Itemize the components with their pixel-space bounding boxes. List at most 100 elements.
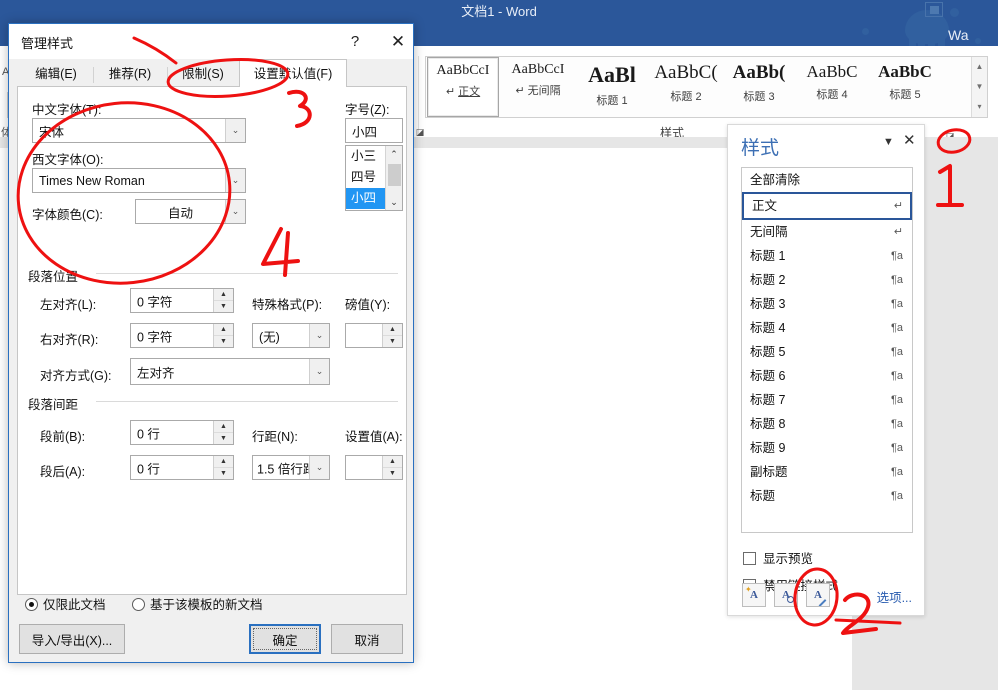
tab-recommend[interactable]: 推荐(R) bbox=[95, 62, 165, 88]
list-item[interactable]: 标题 4 ¶a bbox=[742, 316, 912, 340]
points-stepper[interactable]: ▲ ▼ bbox=[382, 324, 402, 347]
alignment-combo[interactable]: 左对齐 ⌄ bbox=[130, 358, 330, 385]
points-input[interactable]: ▲ ▼ bbox=[345, 323, 403, 348]
chevron-down-icon[interactable]: ⌄ bbox=[309, 456, 329, 479]
scroll-thumb[interactable] bbox=[388, 164, 401, 186]
stepper-down-icon[interactable]: ▼ bbox=[214, 433, 233, 445]
stepper-down-icon[interactable]: ▼ bbox=[214, 468, 233, 480]
chevron-down-icon[interactable]: ⌄ bbox=[225, 119, 245, 142]
list-item-clear-all[interactable]: 全部清除 bbox=[742, 168, 912, 192]
spacing-at-stepper[interactable]: ▲ ▼ bbox=[382, 456, 402, 479]
chevron-down-icon[interactable]: ⌄ bbox=[225, 200, 245, 223]
list-item-label: 无间隔 bbox=[750, 225, 788, 239]
space-after-stepper[interactable]: ▲ ▼ bbox=[213, 456, 233, 479]
gallery-scroll-up-icon[interactable]: ▲ bbox=[972, 57, 987, 77]
options-link[interactable]: 选项... bbox=[877, 587, 912, 606]
space-before-stepper[interactable]: ▲ ▼ bbox=[213, 421, 233, 444]
list-item[interactable]: 标题 5 ¶a bbox=[742, 340, 912, 364]
cancel-button[interactable]: 取消 bbox=[331, 624, 403, 654]
scope-option-new-documents[interactable]: 基于该模板的新文档 bbox=[132, 594, 263, 613]
styles-gallery[interactable]: AaBbCcI ↵ 正文 AaBbCcI ↵ 无间隔 AaBl 标题 1 AaB… bbox=[425, 56, 988, 118]
style-gallery-item[interactable]: AaBbCcI ↵ 正文 bbox=[427, 57, 499, 117]
style-gallery-item[interactable]: AaBb( 标题 3 bbox=[723, 57, 795, 117]
ok-button[interactable]: 确定 bbox=[249, 624, 321, 654]
styles-list[interactable]: 全部清除 正文 ↵ 无间隔 ↵ 标题 1 ¶a 标题 2 ¶a 标题 3 ¶a bbox=[741, 167, 913, 533]
list-item[interactable]: 标题 2 ¶a bbox=[742, 268, 912, 292]
radio-icon[interactable] bbox=[132, 598, 145, 611]
space-after-input[interactable]: 0 行 ▲ ▼ bbox=[130, 455, 234, 480]
list-item-body-text[interactable]: 正文 ↵ bbox=[742, 192, 912, 220]
new-style-icon[interactable]: A ✦ bbox=[742, 583, 766, 607]
font-color-combo[interactable]: 自动 ⌄ bbox=[135, 199, 246, 224]
special-format-combo[interactable]: (无) ⌄ bbox=[252, 323, 330, 348]
left-indent-input[interactable]: 0 字符 ▲ ▼ bbox=[130, 288, 234, 313]
spacing-at-input[interactable]: ▲ ▼ bbox=[345, 455, 403, 480]
cn-font-combo[interactable]: 宋体 ⌄ bbox=[32, 118, 246, 143]
task-pane-menu-icon[interactable]: ▼ bbox=[883, 136, 894, 148]
stepper-up-icon[interactable]: ▲ bbox=[383, 324, 402, 336]
style-inspector-icon[interactable]: A bbox=[774, 583, 798, 607]
scroll-up-icon[interactable]: ⌃ bbox=[386, 146, 402, 162]
stepper-up-icon[interactable]: ▲ bbox=[214, 421, 233, 433]
help-icon[interactable]: ? bbox=[339, 30, 371, 54]
style-gallery-item[interactable]: AaBbCcI ↵ 无间隔 bbox=[502, 57, 574, 117]
right-indent-input[interactable]: 0 字符 ▲ ▼ bbox=[130, 323, 234, 348]
chevron-down-icon[interactable]: ⌄ bbox=[225, 169, 245, 192]
linked-style-icon: ¶a bbox=[890, 490, 903, 502]
font-size-input[interactable]: 小四 bbox=[345, 118, 403, 143]
close-icon[interactable]: ✕ bbox=[382, 30, 414, 54]
list-item[interactable]: 标题 9 ¶a bbox=[742, 436, 912, 460]
chevron-down-icon[interactable]: ⌄ bbox=[309, 324, 329, 347]
stepper-up-icon[interactable]: ▲ bbox=[214, 324, 233, 336]
tab-restrict[interactable]: 限制(S) bbox=[169, 62, 237, 88]
space-before-input[interactable]: 0 行 ▲ ▼ bbox=[130, 420, 234, 445]
stepper-down-icon[interactable]: ▼ bbox=[214, 336, 233, 348]
style-gallery-item[interactable]: AaBbC( 标题 2 bbox=[650, 57, 722, 117]
tab-edit[interactable]: 编辑(E) bbox=[21, 62, 91, 88]
left-indent-stepper[interactable]: ▲ ▼ bbox=[213, 289, 233, 312]
style-sample: AaBb( bbox=[732, 62, 786, 83]
decor-blob bbox=[862, 28, 869, 35]
import-export-button[interactable]: 导入/导出(X)... bbox=[19, 624, 125, 654]
scroll-down-icon[interactable]: ⌄ bbox=[386, 194, 402, 210]
style-gallery-item[interactable]: AaBl 标题 1 bbox=[576, 57, 648, 117]
right-indent-stepper[interactable]: ▲ ▼ bbox=[213, 324, 233, 347]
list-item[interactable]: 标题 7 ¶a bbox=[742, 388, 912, 412]
font-size-listbox[interactable]: 小三 四号 小四 ⌃ ⌄ bbox=[345, 145, 403, 211]
list-item[interactable]: 标题 3 ¶a bbox=[742, 292, 912, 316]
stepper-up-icon[interactable]: ▲ bbox=[214, 289, 233, 301]
list-item[interactable]: 标题 6 ¶a bbox=[742, 364, 912, 388]
gallery-scroll-down-icon[interactable]: ▼ bbox=[972, 77, 987, 97]
stepper-down-icon[interactable]: ▼ bbox=[383, 336, 402, 348]
linked-style-icon: ¶a bbox=[890, 394, 903, 406]
list-item[interactable]: 标题 8 ¶a bbox=[742, 412, 912, 436]
chevron-down-icon[interactable]: ⌄ bbox=[309, 359, 329, 384]
list-item[interactable]: 无间隔 ↵ bbox=[742, 220, 912, 244]
list-item[interactable]: 副标题 ¶a bbox=[742, 460, 912, 484]
gallery-more-icon[interactable]: ▾ bbox=[972, 97, 987, 117]
gallery-scrollbar[interactable]: ▲ ▼ ▾ bbox=[971, 57, 987, 117]
stepper-up-icon[interactable]: ▲ bbox=[383, 456, 402, 468]
checkbox-icon[interactable] bbox=[743, 552, 756, 565]
line-spacing-combo[interactable]: 1.5 倍行距 ⌄ bbox=[252, 455, 330, 480]
scope-option-this-document[interactable]: 仅限此文档 bbox=[25, 594, 106, 613]
latin-font-combo[interactable]: Times New Roman ⌄ bbox=[32, 168, 246, 193]
task-pane-close-icon[interactable]: ✕ bbox=[903, 131, 916, 149]
tab-set-defaults[interactable]: 设置默认值(F) bbox=[239, 59, 347, 88]
style-gallery-item[interactable]: AaBbC 标题 4 bbox=[796, 57, 868, 117]
stepper-down-icon[interactable]: ▼ bbox=[383, 468, 402, 480]
manage-styles-icon[interactable]: A bbox=[806, 583, 830, 607]
listbox-scrollbar[interactable]: ⌃ ⌄ bbox=[385, 146, 402, 210]
decor-blob bbox=[975, 38, 981, 44]
stepper-down-icon[interactable]: ▼ bbox=[214, 301, 233, 313]
show-preview-checkbox[interactable]: 显示预览 bbox=[743, 548, 813, 567]
list-item-label: 标题 4 bbox=[750, 321, 786, 335]
radio-icon[interactable] bbox=[25, 598, 38, 611]
style-gallery-item[interactable]: AaBbC 标题 5 bbox=[869, 57, 941, 117]
linked-style-icon: ¶a bbox=[890, 250, 903, 262]
para-spacing-group-label: 段落间距 bbox=[28, 394, 84, 413]
list-item[interactable]: 标题 1 ¶a bbox=[742, 244, 912, 268]
stepper-up-icon[interactable]: ▲ bbox=[214, 456, 233, 468]
list-item[interactable]: 标题 ¶a bbox=[742, 484, 912, 508]
linked-style-icon: ¶a bbox=[890, 322, 903, 334]
